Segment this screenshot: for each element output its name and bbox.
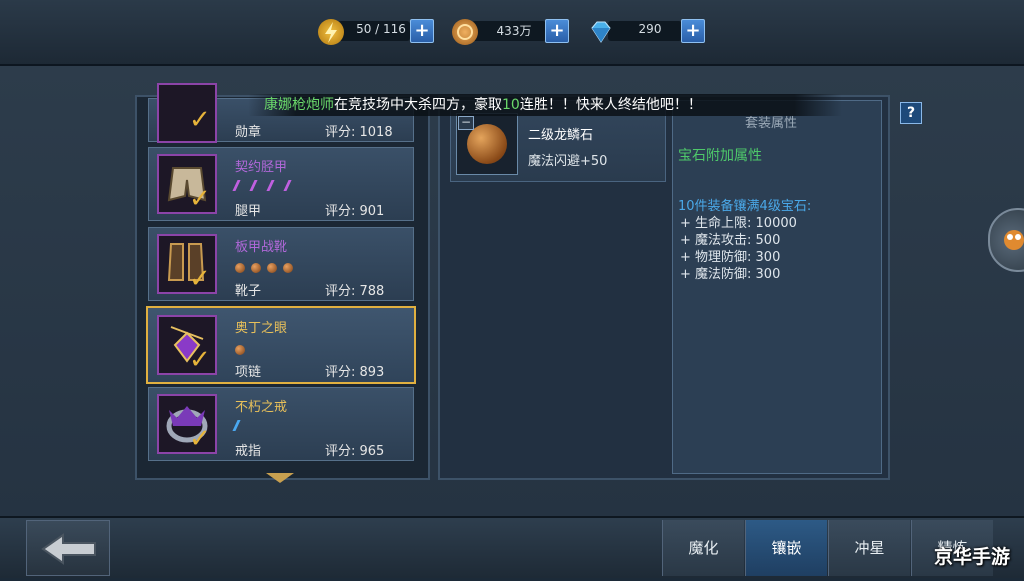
empty-socket-icon [232,180,241,191]
item-name: 板甲战靴 [235,240,288,255]
item-score: 评分: 1018 [325,125,393,140]
item-score: 评分: 788 [325,284,385,299]
gem-icon [267,263,277,273]
back-button[interactable] [26,520,110,576]
gem-icon [283,263,293,273]
item-slot-label: 项链 [235,365,262,380]
gold-value: 433万 [496,24,532,38]
socket-row [232,416,252,431]
remove-gem-button[interactable]: − [458,116,474,130]
diamond-resource: 290 + [588,19,705,43]
add-stamina-button[interactable]: + [410,19,434,43]
broadcast-banner: 康娜枪炮师在竞技场中大杀四方，豪取10连胜！！快来人终结他吧！！ [248,94,842,116]
checkmark-icon: ✓ [189,184,211,214]
empty-socket-icon [249,180,258,191]
tab-star-upgrade[interactable]: 冲星 [828,520,910,576]
watermark: 京华手游 [934,546,1011,568]
broadcast-text: 在竞技场中大杀四方，豪取 [334,97,502,113]
checkmark-icon: ✓ [189,345,211,375]
checkmark-icon: ✓ [189,105,211,135]
equipment-item-ring[interactable]: ✓ 不朽之戒 戒指 评分: 965 [148,387,414,461]
set-stat: + 魔法防御: 300 [680,267,781,282]
blue-gem-icon [232,420,241,431]
stamina-resource: 50 / 116 + [318,19,434,45]
empty-socket-icon [283,180,292,191]
stamina-value: 50 / 116 [356,22,406,36]
item-slot-label: 勋章 [235,125,262,140]
gold-resource: 433万 + [452,19,569,45]
broadcast-text: 连胜！！快来人终结他吧！！ [519,97,702,113]
item-slot-label: 腿甲 [235,204,262,219]
item-slot-label: 戒指 [235,444,262,459]
gem-icon [235,263,245,273]
equipment-item-greaves[interactable]: ✓ 契约胫甲 腿甲 评分: 901 [148,147,414,221]
empty-socket-icon [266,180,275,191]
socket-row [232,176,303,191]
back-arrow-icon [41,533,96,565]
diamond-value: 290 [638,22,662,36]
equipment-item-boots[interactable]: ✓ 板甲战靴 靴子 评分: 788 [148,227,414,301]
item-slot-label: 靴子 [235,284,262,299]
lightning-icon [318,19,344,45]
item-name: 契约胫甲 [235,160,288,175]
add-gold-button[interactable]: + [545,19,569,43]
gem-effect: 魔法闪避+50 [528,154,608,169]
item-name: 不朽之戒 [235,400,288,415]
tab-enchant[interactable]: 魔化 [662,520,744,576]
diamond-icon [588,19,614,45]
scroll-down-arrow-icon[interactable] [266,473,294,483]
gem-row [235,340,251,355]
gem-icon [235,345,245,355]
broadcast-player: 康娜枪炮师 [264,97,334,113]
item-score: 评分: 965 [325,444,385,459]
add-diamond-button[interactable]: + [681,19,705,43]
checkmark-icon: ✓ [189,264,211,294]
item-name: 奥丁之眼 [235,321,288,336]
checkmark-icon: ✓ [189,424,211,454]
help-button[interactable]: ? [900,102,922,124]
dragon-scale-gem-icon [467,124,507,164]
tab-inlay[interactable]: 镶嵌 [745,520,827,576]
equipment-item-necklace[interactable]: ✓ 奥丁之眼 项链 评分: 893 [146,306,416,384]
coin-icon [452,19,478,45]
gem-bonus-subtitle: 宝石附加属性 [678,148,762,164]
item-score: 评分: 901 [325,204,385,219]
item-score: 评分: 893 [325,365,385,380]
gem-row [235,258,299,273]
gem-icon [251,263,261,273]
gem-name: 二级龙鳞石 [528,128,594,143]
broadcast-wins: 10 [502,97,520,113]
